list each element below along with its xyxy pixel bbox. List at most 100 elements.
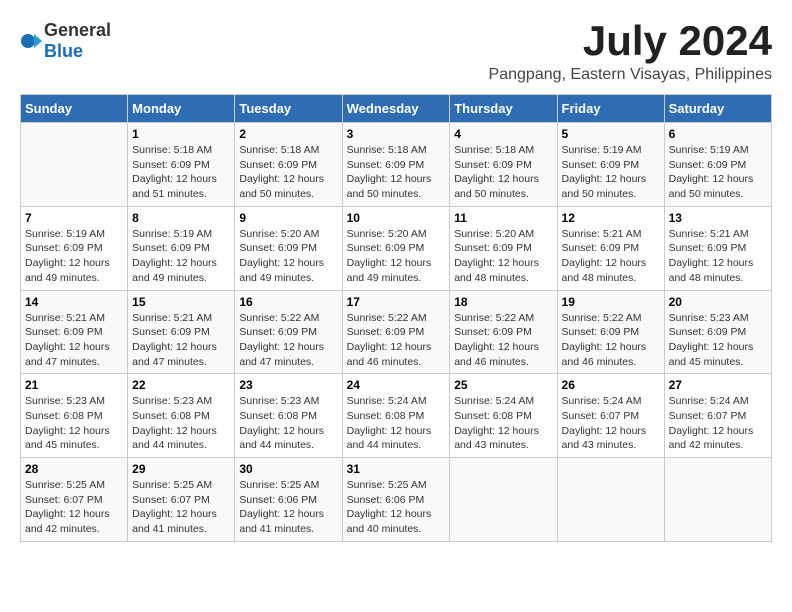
calendar-cell [450,458,557,542]
day-number: 17 [347,295,446,309]
day-info: Sunrise: 5:19 AM Sunset: 6:09 PM Dayligh… [562,143,660,202]
column-header-sunday: Sunday [21,95,128,123]
column-header-saturday: Saturday [664,95,771,123]
calendar-cell: 27 Sunrise: 5:24 AM Sunset: 6:07 PM Dayli… [664,374,771,458]
day-info: Sunrise: 5:24 AM Sunset: 6:08 PM Dayligh… [454,394,552,453]
day-number: 31 [347,462,446,476]
calendar-cell: 2 Sunrise: 5:18 AM Sunset: 6:09 PM Daylig… [235,123,342,207]
main-title: July 2024 [489,20,772,62]
calendar-cell: 14 Sunrise: 5:21 AM Sunset: 6:09 PM Dayli… [21,290,128,374]
day-number: 30 [239,462,337,476]
calendar-cell: 29 Sunrise: 5:25 AM Sunset: 6:07 PM Dayli… [128,458,235,542]
day-number: 21 [25,378,123,392]
column-header-tuesday: Tuesday [235,95,342,123]
calendar-cell: 30 Sunrise: 5:25 AM Sunset: 6:06 PM Dayli… [235,458,342,542]
logo-text-blue: Blue [44,41,83,61]
day-number: 29 [132,462,230,476]
day-info: Sunrise: 5:25 AM Sunset: 6:06 PM Dayligh… [347,478,446,537]
day-info: Sunrise: 5:25 AM Sunset: 6:06 PM Dayligh… [239,478,337,537]
day-info: Sunrise: 5:22 AM Sunset: 6:09 PM Dayligh… [239,311,337,370]
calendar-header-row: SundayMondayTuesdayWednesdayThursdayFrid… [21,95,772,123]
calendar-cell: 4 Sunrise: 5:18 AM Sunset: 6:09 PM Daylig… [450,123,557,207]
day-number: 23 [239,378,337,392]
day-number: 2 [239,127,337,141]
day-number: 1 [132,127,230,141]
week-row-2: 7 Sunrise: 5:19 AM Sunset: 6:09 PM Daylig… [21,206,772,290]
day-info: Sunrise: 5:20 AM Sunset: 6:09 PM Dayligh… [454,227,552,286]
day-number: 25 [454,378,552,392]
calendar-cell: 1Sunrise: 5:18 AM Sunset: 6:09 PM Daylig… [128,123,235,207]
day-info: Sunrise: 5:24 AM Sunset: 6:07 PM Dayligh… [669,394,767,453]
day-info: Sunrise: 5:20 AM Sunset: 6:09 PM Dayligh… [347,227,446,286]
day-number: 27 [669,378,767,392]
day-number: 28 [25,462,123,476]
column-header-wednesday: Wednesday [342,95,450,123]
column-header-friday: Friday [557,95,664,123]
calendar-cell [664,458,771,542]
calendar-cell: 13 Sunrise: 5:21 AM Sunset: 6:09 PM Dayli… [664,206,771,290]
header: General Blue July 2024 Pangpang, Eastern… [20,20,772,84]
day-number: 20 [669,295,767,309]
day-info: Sunrise: 5:20 AM Sunset: 6:09 PM Dayligh… [239,227,337,286]
calendar-table: SundayMondayTuesdayWednesdayThursdayFrid… [20,94,772,542]
calendar-cell: 26 Sunrise: 5:24 AM Sunset: 6:07 PM Dayli… [557,374,664,458]
day-info: Sunrise: 5:18 AM Sunset: 6:09 PM Dayligh… [454,143,552,202]
day-info: Sunrise: 5:18 AM Sunset: 6:09 PM Dayligh… [239,143,337,202]
calendar-cell: 25 Sunrise: 5:24 AM Sunset: 6:08 PM Dayli… [450,374,557,458]
calendar-cell: 18 Sunrise: 5:22 AM Sunset: 6:09 PM Dayli… [450,290,557,374]
calendar-cell [21,123,128,207]
calendar-cell: 5 Sunrise: 5:19 AM Sunset: 6:09 PM Daylig… [557,123,664,207]
day-number: 24 [347,378,446,392]
column-header-monday: Monday [128,95,235,123]
day-info: Sunrise: 5:24 AM Sunset: 6:07 PM Dayligh… [562,394,660,453]
day-info: Sunrise: 5:21 AM Sunset: 6:09 PM Dayligh… [669,227,767,286]
week-row-3: 14 Sunrise: 5:21 AM Sunset: 6:09 PM Dayli… [21,290,772,374]
day-number: 14 [25,295,123,309]
day-number: 12 [562,211,660,225]
day-info: Sunrise: 5:25 AM Sunset: 6:07 PM Dayligh… [132,478,230,537]
calendar-cell: 17 Sunrise: 5:22 AM Sunset: 6:09 PM Dayli… [342,290,450,374]
day-info: Sunrise: 5:22 AM Sunset: 6:09 PM Dayligh… [347,311,446,370]
logo: General Blue [20,20,111,62]
day-number: 13 [669,211,767,225]
day-number: 7 [25,211,123,225]
day-number: 10 [347,211,446,225]
day-info: Sunrise: 5:22 AM Sunset: 6:09 PM Dayligh… [454,311,552,370]
day-number: 8 [132,211,230,225]
calendar-cell: 6Sunrise: 5:19 AM Sunset: 6:09 PM Daylig… [664,123,771,207]
calendar-cell: 31 Sunrise: 5:25 AM Sunset: 6:06 PM Dayli… [342,458,450,542]
week-row-4: 21 Sunrise: 5:23 AM Sunset: 6:08 PM Dayli… [21,374,772,458]
day-number: 6 [669,127,767,141]
day-number: 15 [132,295,230,309]
title-area: July 2024 Pangpang, Eastern Visayas, Phi… [489,20,772,84]
day-number: 26 [562,378,660,392]
day-info: Sunrise: 5:21 AM Sunset: 6:09 PM Dayligh… [25,311,123,370]
day-number: 11 [454,211,552,225]
week-row-5: 28 Sunrise: 5:25 AM Sunset: 6:07 PM Dayli… [21,458,772,542]
day-info: Sunrise: 5:21 AM Sunset: 6:09 PM Dayligh… [562,227,660,286]
day-info: Sunrise: 5:18 AM Sunset: 6:09 PM Dayligh… [347,143,446,202]
calendar-cell: 22 Sunrise: 5:23 AM Sunset: 6:08 PM Dayli… [128,374,235,458]
day-number: 18 [454,295,552,309]
logo-text-general: General [44,20,111,40]
calendar-cell: 7 Sunrise: 5:19 AM Sunset: 6:09 PM Daylig… [21,206,128,290]
calendar-cell: 19Sunrise: 5:22 AM Sunset: 6:09 PM Dayli… [557,290,664,374]
day-number: 22 [132,378,230,392]
calendar-cell: 9 Sunrise: 5:20 AM Sunset: 6:09 PM Daylig… [235,206,342,290]
week-row-1: 1 Sunrise: 5:18 AM Sunset: 6:09 PM Daylig… [21,123,772,207]
day-number: 4 [454,127,552,141]
calendar-body: 1 Sunrise: 5:18 AM Sunset: 6:09 PM Daylig… [21,123,772,542]
day-info: Sunrise: 5:23 AM Sunset: 6:08 PM Dayligh… [132,394,230,453]
day-info: Sunrise: 5:19 AM Sunset: 6:09 PM Dayligh… [25,227,123,286]
calendar-cell: 8Sunrise: 5:19 AM Sunset: 6:09 PM Daylig… [128,206,235,290]
calendar-cell: 23Sunrise: 5:23 AM Sunset: 6:08 PM Dayli… [235,374,342,458]
day-number: 9 [239,211,337,225]
calendar-cell: 10 Sunrise: 5:20 AM Sunset: 6:09 PM Dayli… [342,206,450,290]
subtitle: Pangpang, Eastern Visayas, Philippines [489,66,772,84]
day-info: Sunrise: 5:23 AM Sunset: 6:09 PM Dayligh… [669,311,767,370]
calendar-cell: 3Sunrise: 5:18 AM Sunset: 6:09 PM Daylig… [342,123,450,207]
calendar-cell: 20 Sunrise: 5:23 AM Sunset: 6:09 PM Dayli… [664,290,771,374]
calendar-cell: 11 Sunrise: 5:20 AM Sunset: 6:09 PM Dayli… [450,206,557,290]
day-number: 5 [562,127,660,141]
calendar-cell [557,458,664,542]
